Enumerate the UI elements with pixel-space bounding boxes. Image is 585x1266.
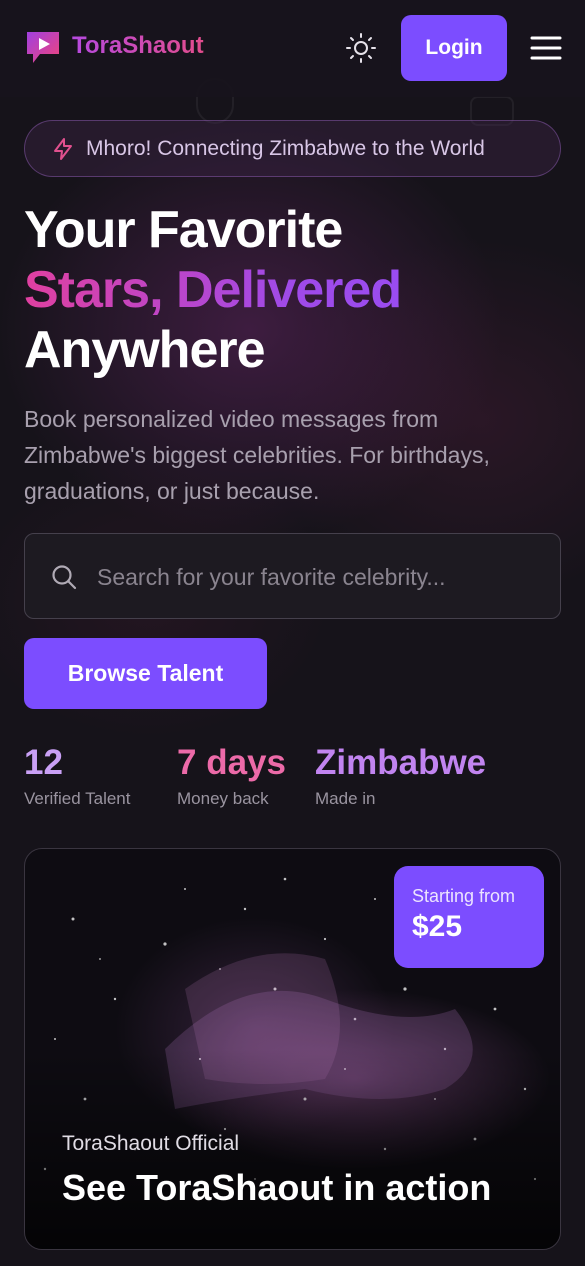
stat-value: Zimbabwe: [315, 743, 487, 782]
video-source: ToraShaout Official: [62, 1132, 240, 1155]
top-navbar: ToraShaout Login: [0, 0, 585, 97]
search-input[interactable]: [97, 558, 537, 596]
lightning-bolt-icon: [54, 138, 72, 160]
search-box: [24, 533, 561, 619]
hero-title-line3: Anywhere: [24, 321, 266, 379]
announcement-pill: Mhoro! Connecting Zimbabwe to the World: [24, 120, 561, 177]
video-title: See ToraShaout in action: [62, 1167, 492, 1208]
price-label: Starting from: [412, 886, 516, 906]
stat-money-back: 7 days Money back: [177, 742, 286, 809]
stat-verified-talent: 12 Verified Talent: [24, 742, 130, 809]
play-logo-icon[interactable]: [24, 29, 62, 67]
login-button[interactable]: Login: [401, 15, 507, 81]
hero-subtitle: Book personalized video messages from Zi…: [24, 406, 490, 504]
hamburger-menu-icon[interactable]: [529, 33, 563, 63]
promo-video-card[interactable]: Starting from $25 ToraShaout Official Se…: [24, 848, 561, 1250]
announcement-text: Mhoro! Connecting Zimbabwe to the World: [86, 137, 485, 160]
browse-talent-button[interactable]: Browse Talent: [24, 638, 267, 709]
stat-label: Made in: [315, 789, 376, 808]
sun-icon[interactable]: [344, 31, 378, 65]
search-icon: [52, 565, 77, 590]
hero-title-line1: Your Favorite: [24, 201, 343, 259]
stat-value: 7 days: [177, 743, 286, 782]
hero-title: Your Favorite Stars, Delivered Anywhere: [24, 200, 402, 380]
stat-label: Verified Talent: [24, 789, 131, 808]
stat-label: Money back: [177, 789, 269, 808]
stat-value: 12: [24, 743, 63, 782]
price-badge: Starting from $25: [394, 866, 544, 968]
price-value: $25: [412, 910, 463, 943]
hero-title-accent: Stars, Delivered: [24, 261, 402, 319]
stat-made-in: Zimbabwe Made in: [315, 742, 486, 809]
brand-name[interactable]: ToraShaout: [72, 32, 204, 60]
